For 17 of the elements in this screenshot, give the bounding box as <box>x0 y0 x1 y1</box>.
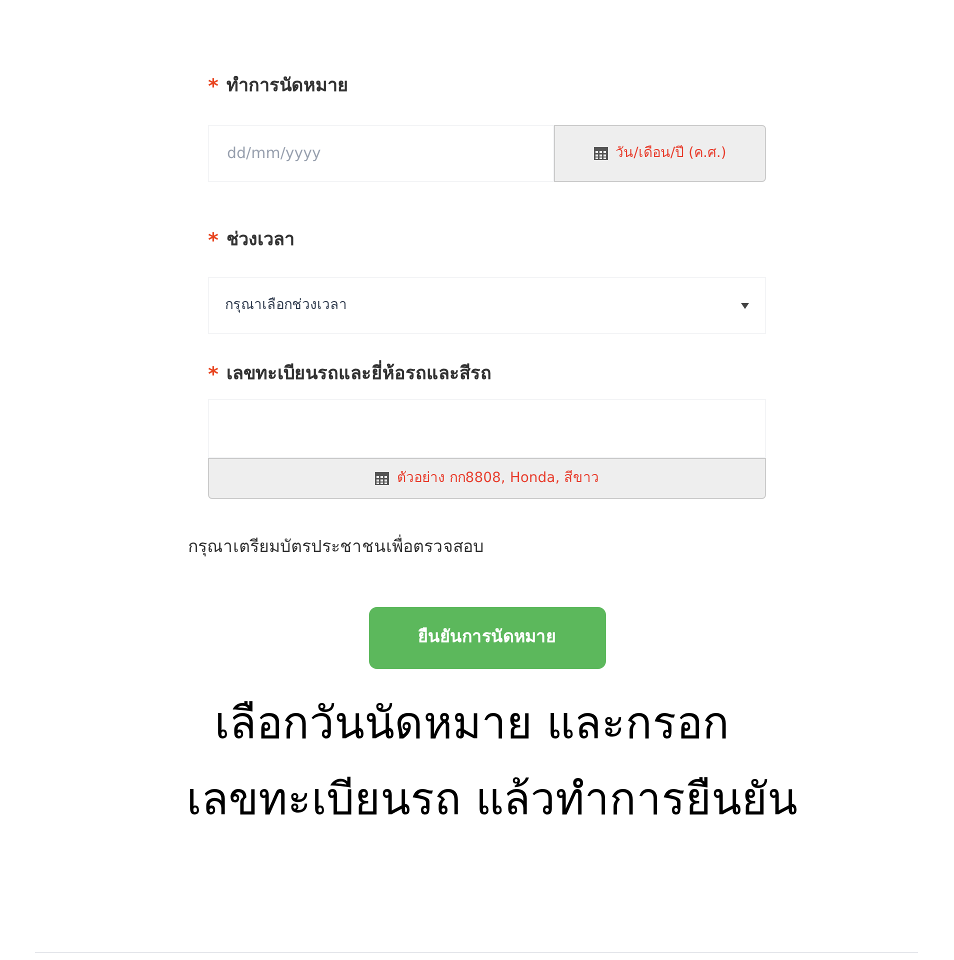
caption-text: เลขทะเบียนรถ แล้วทำการยืนยัน <box>186 772 798 826</box>
field-label: ช่วงเวลา <box>226 228 294 252</box>
addon-text: ตัวอย่าง กก8808, Honda, สีขาว <box>396 469 600 488</box>
calendar-icon <box>594 147 608 160</box>
calendar-icon <box>374 472 389 485</box>
input-field[interactable] <box>208 399 766 458</box>
caption-text: เลือกวันนัดหมาย และกรอก <box>214 696 730 750</box>
required-mark: * <box>208 364 218 384</box>
dropdown-arrow-icon <box>741 302 749 308</box>
field-label: ทำการนัดหมาย <box>226 74 348 98</box>
addon-text: วัน/เดือน/ปี (ค.ศ.) <box>616 144 726 163</box>
required-mark: * <box>208 76 218 96</box>
date-field[interactable]: dd/mm/yyyy <box>208 125 554 182</box>
field-label: เลขทะเบียนรถและยี่ห้อรถและสีรถ <box>226 360 492 387</box>
required-mark: * <box>208 230 218 250</box>
time-slot-select[interactable]: กรุณาเลือกช่วงเวลา <box>208 277 766 334</box>
id-card-note: กรุณาเตรียมบัตรประชาชนเพื่อตรวจสอบ <box>188 535 954 560</box>
